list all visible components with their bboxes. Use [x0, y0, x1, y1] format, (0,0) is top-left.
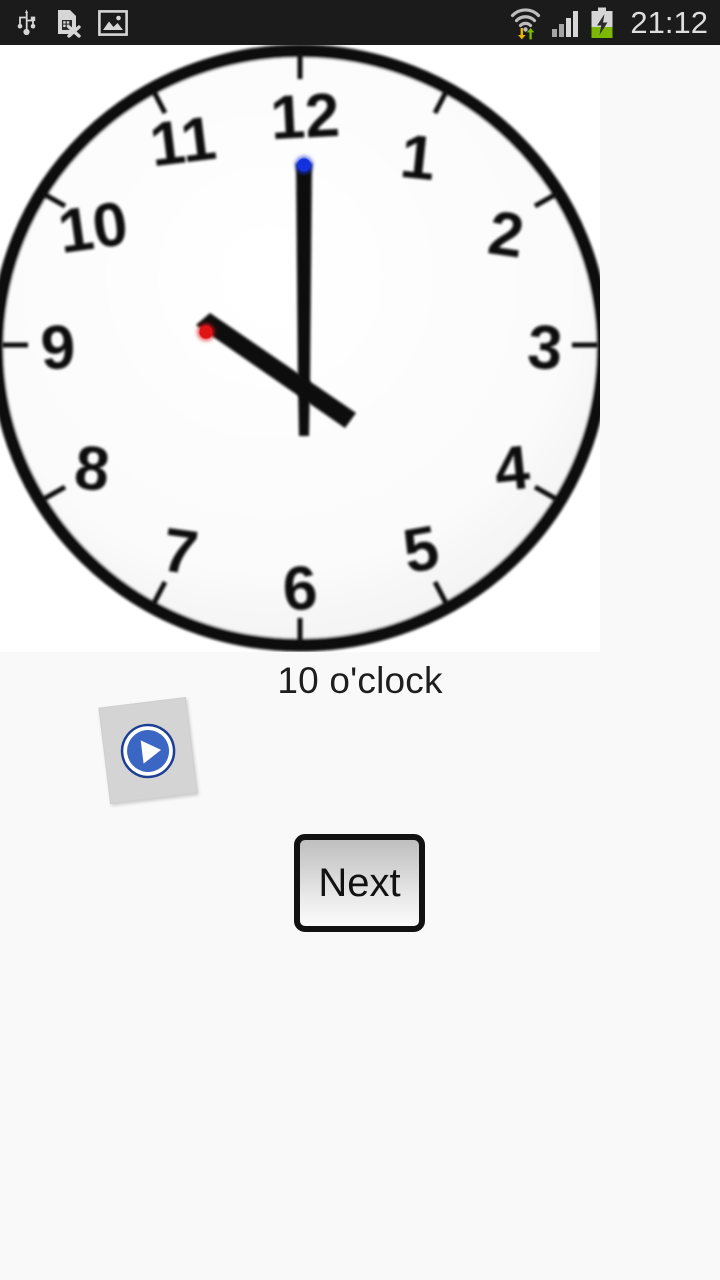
svg-text:11: 11 [146, 104, 219, 180]
svg-text:1: 1 [397, 122, 439, 194]
analog-clock-illustration: 12 1 2 3 4 5 6 7 8 9 10 11 [0, 45, 600, 652]
status-bar-clock: 21:12 [630, 5, 708, 40]
wifi-data-transfer-icon [509, 6, 542, 40]
play-circle-icon[interactable] [116, 718, 181, 783]
status-bar-left-icons [14, 8, 128, 38]
svg-text:10: 10 [54, 189, 132, 267]
svg-text:8: 8 [71, 433, 113, 505]
status-bar-right-icons: 21:12 [509, 6, 708, 40]
usb-icon [14, 8, 39, 37]
battery-charging-icon [590, 7, 614, 39]
clock-image-panel[interactable]: 12 1 2 3 4 5 6 7 8 9 10 11 [0, 45, 600, 652]
svg-text:12: 12 [269, 81, 341, 154]
sim-card-missing-icon [55, 8, 82, 38]
svg-text:6: 6 [280, 553, 319, 624]
clock-time-caption: 10 o'clock [277, 660, 443, 701]
svg-text:9: 9 [39, 313, 77, 384]
play-sound-card[interactable] [98, 696, 198, 805]
screenshot-image-icon [98, 9, 128, 36]
status-bar[interactable]: 21:12 [0, 0, 720, 45]
svg-text:3: 3 [525, 312, 564, 383]
cellular-signal-icon [551, 8, 581, 38]
next-button[interactable]: Next [294, 834, 425, 932]
